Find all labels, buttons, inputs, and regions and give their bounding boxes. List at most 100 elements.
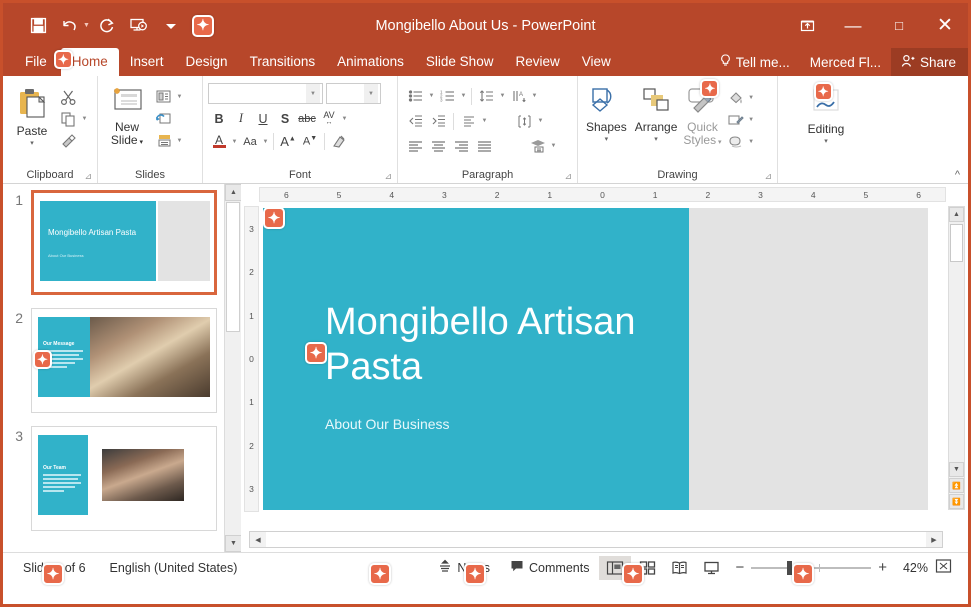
bullets-icon[interactable] xyxy=(404,85,427,107)
scrollbar-thumb[interactable] xyxy=(950,224,963,262)
quick-styles-button[interactable]: Quick Styles ▾ ✦ xyxy=(681,79,723,151)
copy-dropdown-icon[interactable]: ▼ xyxy=(80,116,89,122)
text-shadow-button[interactable]: S xyxy=(274,108,296,129)
character-spacing-button[interactable]: AV ↔ xyxy=(318,108,340,129)
font-color-dropdown-icon[interactable]: ▼ xyxy=(230,139,239,145)
thumbnail-item[interactable]: 3 Our Team xyxy=(11,426,241,531)
increase-indent-icon[interactable] xyxy=(427,110,450,132)
tab-design[interactable]: Design xyxy=(175,48,239,76)
font-size-dropdown-icon[interactable]: ▼ xyxy=(364,84,378,103)
previous-slide-icon[interactable]: ⏫ xyxy=(949,478,964,493)
shapes-dropdown-icon[interactable]: ▾ xyxy=(605,135,609,143)
section-dropdown-icon[interactable]: ▼ xyxy=(175,138,184,144)
scroll-up-icon[interactable]: ▲ xyxy=(225,184,241,201)
zoom-out-button[interactable]: − xyxy=(735,559,744,576)
tab-view[interactable]: View xyxy=(571,48,622,76)
clipboard-dialog-launcher[interactable]: ⊿ xyxy=(84,171,92,182)
font-size-input[interactable]: ▼ xyxy=(326,83,381,104)
customize-qat-icon[interactable] xyxy=(156,11,186,41)
arrange-dropdown-icon[interactable]: ▾ xyxy=(654,135,658,143)
tab-animations[interactable]: Animations xyxy=(326,48,415,76)
character-spacing-dropdown-icon[interactable]: ▼ xyxy=(340,116,349,122)
slide-horizontal-scrollbar[interactable]: ◀ ▶ xyxy=(249,531,943,548)
underline-button[interactable]: U xyxy=(252,108,274,129)
fit-to-window-icon[interactable] xyxy=(935,558,952,577)
slide-vertical-scrollbar[interactable]: ▲ ▼ ⏫ ⏬ xyxy=(948,206,965,510)
zoom-in-button[interactable]: + xyxy=(878,559,887,576)
text-box-align-dropdown-icon[interactable]: ▼ xyxy=(536,118,545,124)
save-icon[interactable] xyxy=(23,11,53,41)
scroll-down-icon[interactable]: ▼ xyxy=(949,462,964,477)
align-left-icon[interactable] xyxy=(404,135,427,157)
reset-slide-icon[interactable] xyxy=(152,108,175,130)
thumbnail-slide-3[interactable]: Our Team xyxy=(31,426,217,531)
font-color-button[interactable]: A xyxy=(208,131,230,152)
text-direction-dropdown-icon[interactable]: ▼ xyxy=(530,93,539,99)
strikethrough-button[interactable]: abc xyxy=(296,108,318,129)
close-button[interactable]: ✕ xyxy=(922,3,968,48)
user-account-name[interactable]: Merced Fl... xyxy=(800,55,891,70)
slide-show-button[interactable] xyxy=(695,556,727,580)
share-button[interactable]: Share xyxy=(890,48,968,76)
bullets-dropdown-icon[interactable]: ▼ xyxy=(427,93,436,99)
new-slide-button[interactable]: New Slide ▾ xyxy=(102,84,152,151)
tab-file[interactable]: File xyxy=(3,48,61,76)
align-right-icon[interactable] xyxy=(450,135,473,157)
drawing-dialog-launcher[interactable]: ⊿ xyxy=(764,171,772,182)
maximize-button[interactable]: □ xyxy=(876,3,922,48)
format-painter-icon[interactable] xyxy=(57,130,80,152)
arrange-button[interactable]: Arrange ▾ xyxy=(631,84,682,145)
tab-slide-show[interactable]: Slide Show xyxy=(415,48,505,76)
slide-canvas[interactable]: Mongibello Artisan Pasta About Our Busin… xyxy=(263,208,928,510)
decrease-font-size-button[interactable]: A▼ xyxy=(299,131,321,152)
decrease-indent-icon[interactable] xyxy=(404,110,427,132)
collapse-ribbon-icon[interactable]: ^ xyxy=(955,169,960,181)
undo-dropdown-icon[interactable]: ▼ xyxy=(83,22,90,29)
scroll-left-icon[interactable]: ◀ xyxy=(250,532,266,547)
paste-dropdown-icon[interactable]: ▾ xyxy=(30,139,34,147)
align-center-icon[interactable] xyxy=(427,135,450,157)
paste-button[interactable]: Paste ▾ xyxy=(7,84,57,149)
justify-icon[interactable] xyxy=(473,135,496,157)
thumbnail-slide-2[interactable]: Our Message xyxy=(31,308,217,413)
editing-dropdown-icon[interactable]: ▾ xyxy=(824,137,828,145)
editing-button[interactable]: Editing ▾ ✦ xyxy=(800,82,853,147)
thumbnail-item[interactable]: 2 Our Message ✦ xyxy=(11,308,241,413)
clear-formatting-icon[interactable] xyxy=(328,131,350,152)
scroll-down-icon[interactable]: ▼ xyxy=(225,535,241,552)
text-direction-icon[interactable]: A xyxy=(507,85,530,107)
line-spacing-icon[interactable] xyxy=(475,85,498,107)
layout-dropdown-icon[interactable]: ▼ xyxy=(175,94,184,100)
change-case-button[interactable]: Aa xyxy=(239,131,261,152)
scrollbar-thumb[interactable] xyxy=(226,202,240,332)
numbering-dropdown-icon[interactable]: ▼ xyxy=(459,93,468,99)
comments-button[interactable]: Comments xyxy=(500,559,599,576)
italic-button[interactable]: I xyxy=(230,108,252,129)
shape-outline-icon[interactable] xyxy=(724,109,747,131)
shape-effects-dropdown-icon[interactable]: ▼ xyxy=(747,139,756,145)
bold-button[interactable]: B xyxy=(208,108,230,129)
minimize-button[interactable]: — xyxy=(830,3,876,48)
tell-me-search[interactable]: Tell me... xyxy=(710,53,800,71)
change-case-dropdown-icon[interactable]: ▼ xyxy=(261,139,270,145)
align-text-icon[interactable] xyxy=(457,110,480,132)
copy-icon[interactable] xyxy=(57,108,80,130)
shape-fill-dropdown-icon[interactable]: ▼ xyxy=(747,95,756,101)
increase-font-size-button[interactable]: A▲ xyxy=(277,131,299,152)
thumbnail-scrollbar[interactable]: ▲ ▼ xyxy=(224,184,241,552)
section-icon[interactable] xyxy=(152,130,175,152)
numbering-icon[interactable]: 1 2 3 xyxy=(436,85,459,107)
line-spacing-dropdown-icon[interactable]: ▼ xyxy=(498,93,507,99)
paragraph-dialog-launcher[interactable]: ⊿ xyxy=(564,171,572,182)
shapes-button[interactable]: Shapes ▾ xyxy=(582,84,631,145)
tab-insert[interactable]: Insert xyxy=(119,48,175,76)
reading-view-button[interactable] xyxy=(663,556,695,580)
shape-fill-icon[interactable] xyxy=(724,87,747,109)
tab-transitions[interactable]: Transitions xyxy=(239,48,327,76)
next-slide-icon[interactable]: ⏬ xyxy=(949,494,964,509)
font-name-input[interactable]: ▼ xyxy=(208,83,323,104)
convert-smartart-icon[interactable] xyxy=(526,135,549,157)
align-text-dropdown-icon[interactable]: ▼ xyxy=(480,118,489,124)
undo-icon[interactable] xyxy=(55,11,85,41)
cut-icon[interactable] xyxy=(57,86,80,108)
